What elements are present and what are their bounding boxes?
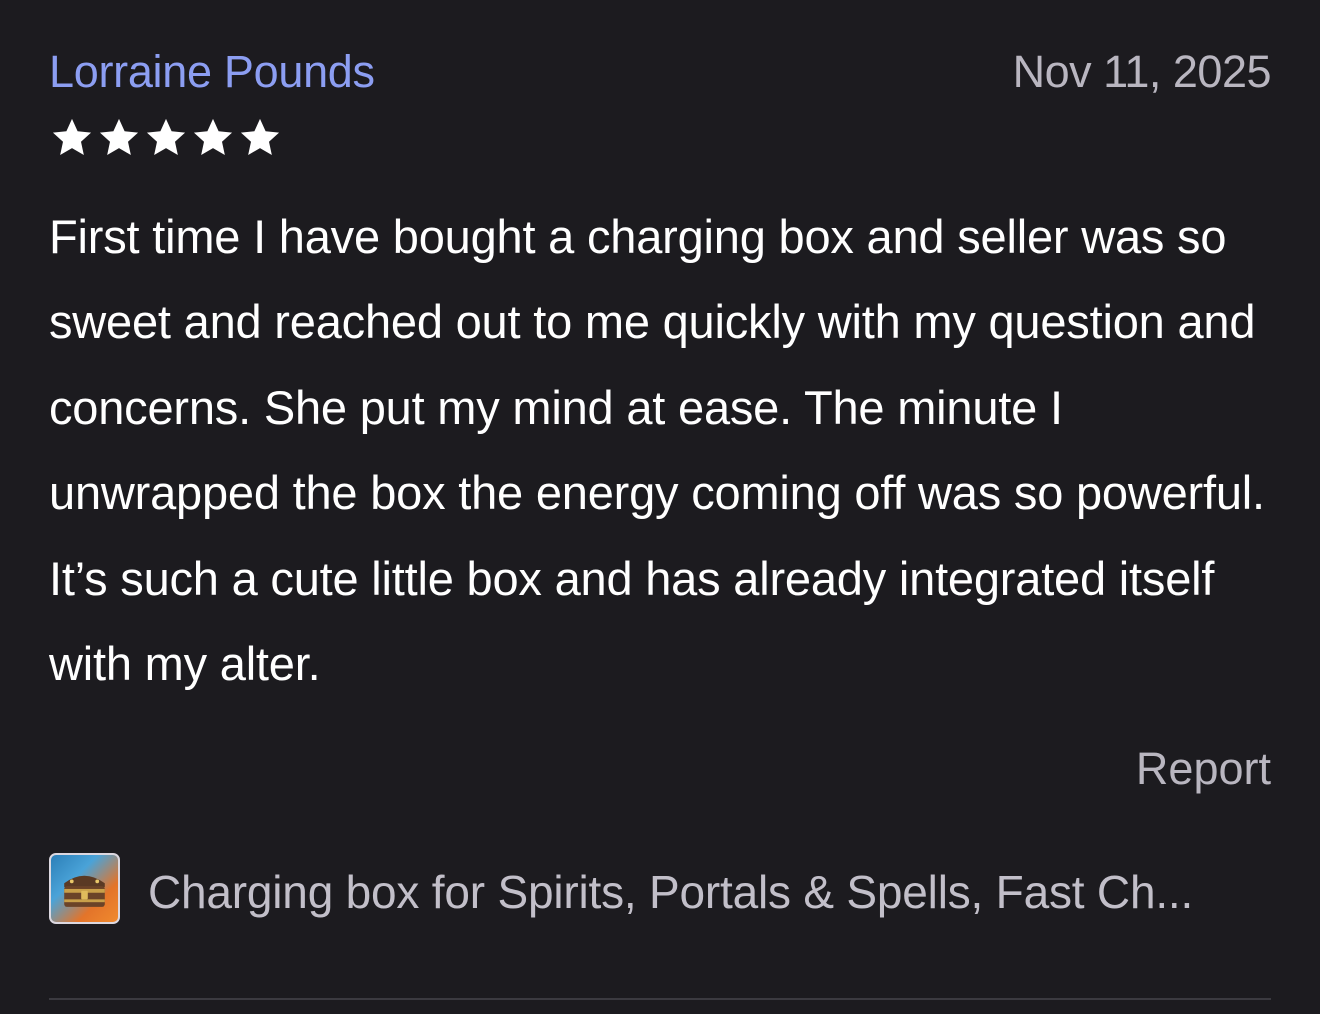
- review-card: Lorraine Pounds Nov 11, 2025 First time …: [49, 0, 1272, 1014]
- review-text: First time I have bought a charging box …: [49, 210, 1265, 691]
- star-rating: [49, 116, 283, 160]
- star-icon: [99, 118, 139, 155]
- reviewer-name[interactable]: Lorraine Pounds: [49, 44, 375, 100]
- report-link[interactable]: Report: [1136, 738, 1271, 800]
- product-thumbnail-icon[interactable]: [49, 853, 120, 924]
- star-icon: [146, 118, 186, 155]
- product-link[interactable]: Charging box for Spirits, Portals & Spel…: [49, 853, 1271, 929]
- star-icon: [193, 118, 233, 155]
- product-title[interactable]: Charging box for Spirits, Portals & Spel…: [148, 861, 1271, 923]
- review-date: Nov 11, 2025: [1012, 46, 1272, 97]
- star-icon: [240, 118, 280, 155]
- divider: [49, 998, 1271, 1000]
- star-icon: [52, 118, 92, 155]
